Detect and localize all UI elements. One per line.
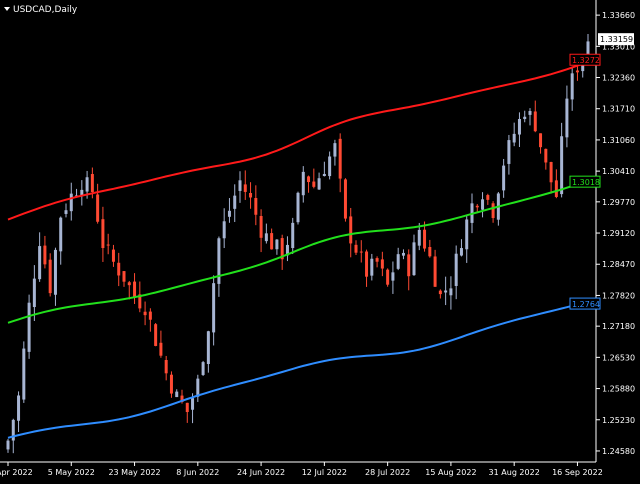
y-tick-label: 1.33660	[602, 11, 635, 20]
y-tick-label: 1.31060	[602, 136, 635, 145]
middle-band-price-tag: 1.3018	[569, 175, 601, 188]
x-tick-label: 31 Aug 2022	[489, 468, 540, 477]
y-tick-label: 1.26530	[602, 353, 635, 362]
x-tick-label: 28 Jul 2022	[365, 468, 410, 477]
y-tick-label: 1.29120	[602, 229, 635, 238]
x-tick-label: 16 Sep 2022	[552, 468, 603, 477]
chart-background	[0, 0, 640, 480]
x-tick-label: 23 May 2022	[108, 468, 160, 477]
candle	[27, 294, 31, 359]
candle	[296, 191, 300, 225]
x-tick-label: 24 Jun 2022	[237, 468, 285, 477]
x-tick-label: 19 Apr 2022	[0, 468, 33, 477]
y-tick-label: 1.30410	[602, 167, 635, 176]
y-tick-label: 1.25230	[602, 416, 635, 425]
y-tick-label: 1.29770	[602, 198, 635, 207]
y-tick-label: 1.24580	[602, 447, 635, 456]
y-tick-label: 1.31710	[602, 105, 635, 114]
y-tick-label: 1.25880	[602, 385, 635, 394]
svg-text:1.33159: 1.33159	[600, 35, 633, 44]
candle	[154, 322, 158, 347]
y-tick-label: 1.27820	[602, 291, 635, 300]
x-tick-label: 5 May 2022	[48, 468, 95, 477]
y-tick-label: 1.27180	[602, 322, 635, 331]
symbol-header[interactable]: USDCAD,Daily	[4, 5, 78, 15]
candle	[343, 178, 347, 222]
price-chart[interactable]: 1.33660 1.33010 1.32360 1.31710 1.31060 1.304…	[0, 0, 640, 480]
lower-band-price-tag: 1.2764	[569, 297, 601, 310]
chart-canvas[interactable]: 1.336601.330101.323601.317101.310601.304…	[0, 0, 640, 480]
current-price-tag: 1.33159	[598, 33, 634, 46]
candle	[201, 360, 205, 376]
svg-text:1.3272: 1.3272	[572, 56, 600, 65]
svg-text:1.3018: 1.3018	[572, 178, 600, 187]
candle	[48, 253, 52, 297]
x-tick-label: 12 Jul 2022	[302, 468, 347, 477]
symbol-label: USDCAD,Daily	[13, 5, 78, 15]
x-tick-label: 8 Jun 2022	[176, 468, 219, 477]
candle	[22, 341, 26, 403]
svg-text:1.2764: 1.2764	[572, 300, 600, 309]
y-tick-label: 1.28470	[602, 260, 635, 269]
y-tick-label: 1.32360	[602, 74, 635, 83]
x-tick-label: 15 Aug 2022	[425, 468, 476, 477]
upper-band-price-tag: 1.3272	[569, 53, 601, 66]
candle	[386, 268, 390, 287]
